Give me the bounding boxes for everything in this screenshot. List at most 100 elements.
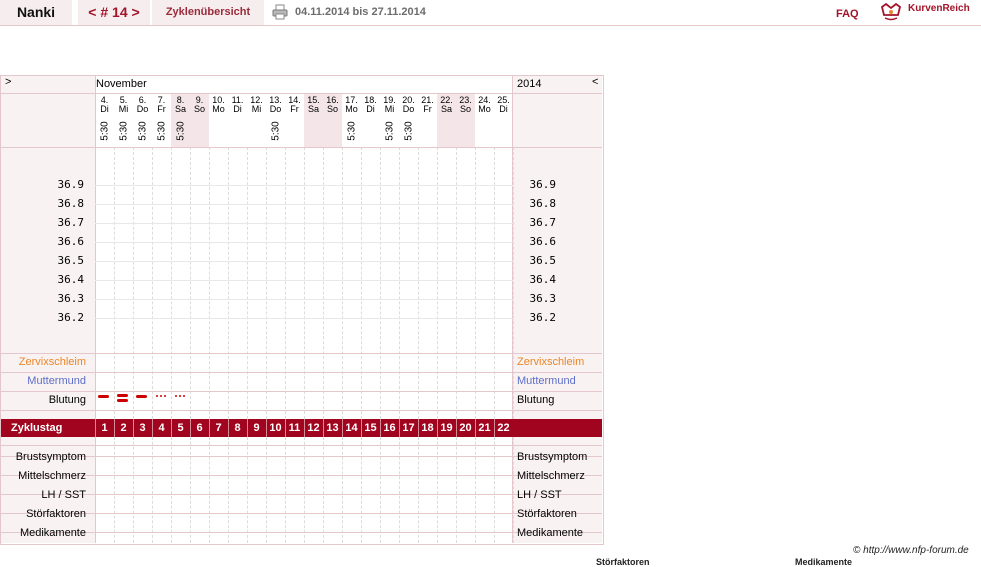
grid-line-vertical <box>475 147 476 419</box>
grid-line-vertical <box>247 147 248 419</box>
column-divider <box>95 76 96 543</box>
grid-line-vertical <box>190 147 191 419</box>
bleeding-mark <box>98 395 109 398</box>
row-label[interactable]: LH / SST <box>1 489 86 501</box>
measurement-time-text: 5:30 <box>99 121 110 141</box>
row-label[interactable]: Blutung <box>1 394 86 406</box>
bleeding-mark <box>117 394 128 397</box>
cycle-day-number[interactable]: 8 <box>228 419 247 437</box>
bleeding-mark <box>160 395 162 397</box>
weekday: Sa <box>440 104 452 114</box>
grid-line-vertical <box>494 437 495 543</box>
grid-line-vertical <box>133 437 134 543</box>
cycle-day-number[interactable]: 5 <box>171 419 190 437</box>
grid-line-vertical <box>190 437 191 543</box>
grid-line-vertical <box>133 147 134 419</box>
cycle-day-number[interactable]: 11 <box>285 419 304 437</box>
row-label[interactable]: Muttermund <box>517 375 576 387</box>
grid-line-vertical <box>304 437 305 543</box>
cycle-day-number[interactable]: 21 <box>475 419 494 437</box>
cycle-day-number[interactable]: 20 <box>456 419 475 437</box>
row-label[interactable]: Zervixschleim <box>517 356 584 368</box>
cycle-day-number[interactable]: 13 <box>323 419 342 437</box>
next-period-button[interactable]: < <box>592 76 598 88</box>
weekday: Mo <box>212 104 225 114</box>
grid-line-vertical <box>380 147 381 419</box>
temperature-label: 36.7 <box>529 216 557 229</box>
top-bar: Nanki < # 14 > Zyklenübersicht 04.11.201… <box>0 0 981 26</box>
row-label[interactable]: Brustsymptom <box>517 451 587 463</box>
weekday: Do <box>269 104 282 114</box>
cycle-day-number[interactable]: 4 <box>152 419 171 437</box>
row-label[interactable]: Zervixschleim <box>1 356 86 368</box>
row-label[interactable]: LH / SST <box>517 489 562 501</box>
cycle-navigation[interactable]: < # 14 > <box>78 0 150 25</box>
cycle-day-number[interactable]: 19 <box>437 419 456 437</box>
measurement-time: 5:30 <box>171 119 190 143</box>
kurvenreich-logo-icon[interactable] <box>880 1 902 21</box>
cycle-day-number[interactable]: 10 <box>266 419 285 437</box>
bleeding-mark <box>164 395 166 397</box>
grid-line-vertical <box>456 147 457 419</box>
row-label[interactable]: Störfaktoren <box>517 508 577 520</box>
grid-line-vertical <box>152 147 153 419</box>
cycle-day-number[interactable]: 3 <box>133 419 152 437</box>
grid-line-vertical <box>228 437 229 543</box>
measurement-time: 5:30 <box>95 119 114 143</box>
cycle-day-number[interactable]: 12 <box>304 419 323 437</box>
weekday: Mi <box>118 104 129 114</box>
weekday: So <box>459 104 471 114</box>
cycle-day-number[interactable]: 9 <box>247 419 266 437</box>
weekday: Di <box>100 104 109 114</box>
row-label[interactable]: Störfaktoren <box>1 508 86 520</box>
bleeding-mark <box>156 395 158 397</box>
row-label[interactable]: Medikamente <box>1 527 86 539</box>
cycle-day-number[interactable]: 18 <box>418 419 437 437</box>
cycle-day-number[interactable]: 15 <box>361 419 380 437</box>
grid-line-vertical <box>171 147 172 419</box>
temperature-label: 36.9 <box>57 178 85 191</box>
row-label[interactable]: Blutung <box>517 394 554 406</box>
temperature-label: 36.2 <box>57 311 85 324</box>
cycle-day-number[interactable]: 16 <box>380 419 399 437</box>
brand-name[interactable]: KurvenReich <box>908 3 970 14</box>
temperature-grid-line <box>95 318 513 319</box>
grid-line-vertical <box>266 437 267 543</box>
temperature-label: 36.6 <box>529 235 557 248</box>
grid-line-vertical <box>513 147 514 419</box>
cycle-day-number[interactable]: 2 <box>114 419 133 437</box>
grid-line-vertical <box>456 437 457 543</box>
temperature-label: 36.9 <box>529 178 557 191</box>
temperature-grid-line <box>95 223 513 224</box>
cycle-day-number[interactable]: 7 <box>209 419 228 437</box>
measurement-time-text: 5:30 <box>346 121 357 141</box>
row-label[interactable]: Medikamente <box>517 527 583 539</box>
temperature-label: 36.3 <box>529 292 557 305</box>
cycle-day-number[interactable]: 14 <box>342 419 361 437</box>
grid-line-vertical <box>418 437 419 543</box>
previous-period-button[interactable]: > <box>5 76 11 88</box>
grid-line-vertical <box>475 437 476 543</box>
cycle-day-number[interactable]: 6 <box>190 419 209 437</box>
measurement-time: 5:30 <box>380 119 399 143</box>
grid-line-vertical <box>285 437 286 543</box>
grid-line-vertical <box>228 147 229 419</box>
cycle-day-number[interactable]: 1 <box>95 419 114 437</box>
cycle-day-bar: Zyklustag 1 2 3 4 5 6 7 8 9 10 11 12 13 14 15 16 17 18 19 2… <box>1 419 602 437</box>
cycle-day-number[interactable]: 22 <box>494 419 513 437</box>
grid-line-vertical <box>266 147 267 419</box>
measurement-time-text: 5:30 <box>156 121 167 141</box>
grid-line-vertical <box>437 147 438 419</box>
printer-icon[interactable] <box>272 4 288 20</box>
row-label[interactable]: Mittelschmerz <box>517 470 585 482</box>
grid-line-vertical <box>513 437 514 543</box>
temperature-label: 36.3 <box>57 292 85 305</box>
faq-link[interactable]: FAQ <box>836 2 859 27</box>
weekday: Di <box>499 104 508 114</box>
temperature-grid-line <box>95 185 513 186</box>
row-label[interactable]: Brustsymptom <box>1 451 86 463</box>
cycle-day-number[interactable]: 17 <box>399 419 418 437</box>
row-label[interactable]: Mittelschmerz <box>1 470 86 482</box>
row-label[interactable]: Muttermund <box>1 375 86 387</box>
cycle-overview-link[interactable]: Zyklenübersicht <box>152 0 264 25</box>
